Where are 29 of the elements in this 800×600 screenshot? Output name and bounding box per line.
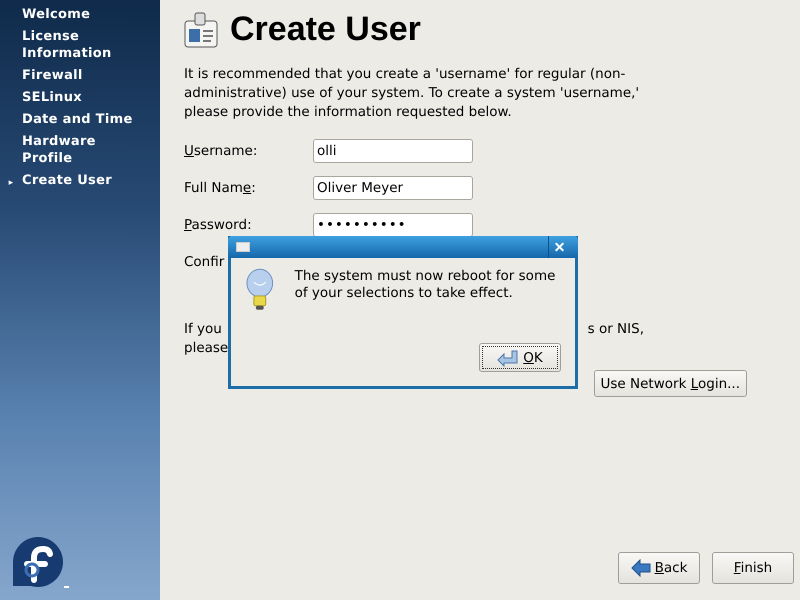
intro-text: It is recommended that you create a 'username' for regular (non-administrative) use of your system. To create a system 'username,' please provide the information requested below. bbox=[184, 65, 640, 122]
field-label: Username: bbox=[184, 142, 258, 158]
field-label: Password: bbox=[184, 216, 253, 232]
return-arrow-icon bbox=[497, 348, 520, 366]
password-field[interactable]: •••••••••• bbox=[313, 212, 473, 236]
page-title: Create User bbox=[230, 10, 421, 49]
sidebar-item[interactable]: License Information bbox=[0, 28, 160, 62]
back-arrow-icon bbox=[630, 559, 651, 577]
text-field[interactable]: olli bbox=[313, 138, 473, 162]
network-text: please bbox=[184, 339, 228, 358]
close-button[interactable]: × bbox=[548, 236, 570, 258]
sidebar-item[interactable]: Hardware Profile bbox=[0, 133, 160, 167]
dialog-message: The system must now reboot for some of your selections to take effect. bbox=[294, 268, 556, 303]
network-text: If you bbox=[184, 320, 222, 339]
back-button[interactable]: Back bbox=[618, 552, 700, 584]
sidebar-item[interactable]: Firewall bbox=[0, 67, 160, 84]
field-label: Full Name: bbox=[184, 180, 257, 196]
network-login-button[interactable]: Use Network Login... bbox=[594, 370, 747, 397]
finish-button[interactable]: Finish bbox=[712, 552, 794, 584]
id-badge-icon bbox=[184, 10, 218, 48]
window-icon bbox=[236, 242, 250, 252]
field-label: Confir bbox=[184, 254, 226, 270]
ok-button[interactable]: OK bbox=[479, 343, 561, 372]
network-text: s or NIS, bbox=[588, 320, 644, 339]
text-field[interactable]: Oliver Meyer bbox=[313, 176, 473, 200]
sidebar-item[interactable]: Welcome bbox=[0, 6, 160, 23]
sidebar-item[interactable]: ▸ Create User bbox=[0, 172, 160, 192]
sidebar-item[interactable]: Date and Time bbox=[0, 111, 160, 128]
sidebar-item[interactable]: SELinux bbox=[0, 89, 160, 106]
